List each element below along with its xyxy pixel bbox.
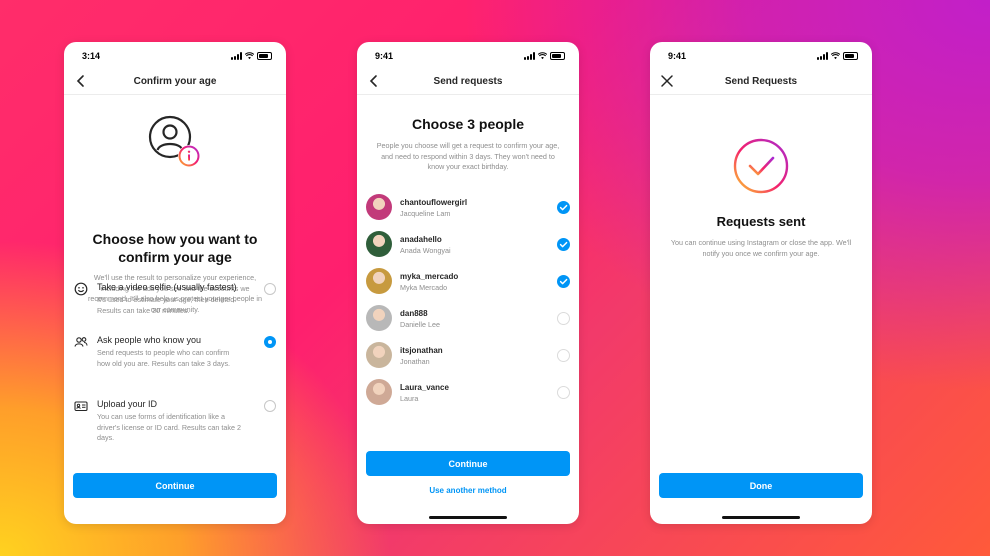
option-title: Take a video selfie (usually fastest) <box>97 282 237 292</box>
nav-title: Send Requests <box>724 76 798 87</box>
radio-ask-people[interactable] <box>264 336 276 348</box>
wifi-icon <box>245 52 254 60</box>
person-row[interactable]: anadahello Anada Wongyai <box>366 231 570 259</box>
person-row[interactable]: itsjonathan Jonathan <box>366 342 570 370</box>
avatar <box>366 342 392 368</box>
checked-circle-icon[interactable] <box>557 275 570 288</box>
person-fullname: Laura <box>400 394 419 403</box>
person-username: chantouflowergirl <box>400 198 468 207</box>
option-desc: Send requests to people who can confirm … <box>97 348 231 368</box>
person-username: anadahello <box>400 235 442 244</box>
checked-circle-icon[interactable] <box>557 238 570 251</box>
avatar <box>366 231 392 257</box>
avatar <box>366 194 392 220</box>
radio-upload-id[interactable] <box>264 400 276 412</box>
option-desc: You can use forms of identification like… <box>97 412 241 443</box>
face-icon <box>74 282 88 296</box>
option-desc: It's used to estimate your age, then del… <box>97 295 237 315</box>
done-button[interactable]: Done <box>659 473 863 498</box>
page-description: People you choose will get a request to … <box>376 141 560 171</box>
nav-bar: Send Requests <box>650 72 872 95</box>
status-bar: 9:41 <box>668 51 858 63</box>
option-title: Ask people who know you <box>97 335 202 345</box>
option-title: Upload your ID <box>97 399 158 409</box>
option-upload-id[interactable]: Upload your ID You can use forms of iden… <box>74 399 276 453</box>
phone-send-requests: 9:41 Send requests Choose 3 people Peopl… <box>357 42 579 524</box>
person-fullname: Jacqueline Lam <box>400 209 451 218</box>
wifi-icon <box>831 52 840 60</box>
battery-icon <box>257 52 272 60</box>
signal-icon <box>524 52 535 60</box>
continue-button[interactable]: Continue <box>73 473 277 498</box>
person-fullname: Anada Wongyai <box>400 246 451 255</box>
wifi-icon <box>538 52 547 60</box>
status-icons <box>817 52 858 60</box>
continue-button[interactable]: Continue <box>366 451 570 476</box>
page-heading: Requests sent <box>716 214 806 229</box>
page-heading: Choose 3 people <box>411 116 525 132</box>
battery-icon <box>550 52 565 60</box>
check-circle-icon <box>733 138 789 194</box>
nav-bar: Confirm your age <box>64 72 286 95</box>
unchecked-circle-icon[interactable] <box>557 312 570 325</box>
page-heading: Choose how you want to confirm your age <box>92 231 258 265</box>
use-another-method-link[interactable]: Use another method <box>357 486 579 495</box>
person-username: dan888 <box>400 309 428 318</box>
option-video-selfie[interactable]: Take a video selfie (usually fastest) It… <box>74 282 276 326</box>
person-fullname: Myka Mercado <box>400 283 448 292</box>
person-username: myka_mercado <box>400 272 459 281</box>
signal-icon <box>231 52 242 60</box>
page-description: You can continue using Instagram or clos… <box>670 238 852 258</box>
status-time: 3:14 <box>82 51 101 61</box>
id-card-icon <box>74 401 88 412</box>
option-ask-people[interactable]: Ask people who know you Send requests to… <box>74 335 276 379</box>
checked-circle-icon[interactable] <box>557 201 570 214</box>
nav-title: Confirm your age <box>133 76 217 87</box>
person-row[interactable]: dan888 Danielle Lee <box>366 305 570 333</box>
status-bar: 3:14 <box>82 51 272 63</box>
battery-icon <box>843 52 858 60</box>
home-indicator <box>722 516 800 519</box>
avatar <box>366 379 392 405</box>
people-icon <box>74 337 88 347</box>
phone-confirm-age: 3:14 Confirm your age Choose how you wan… <box>64 42 286 524</box>
home-indicator <box>429 516 507 519</box>
phone-requests-sent: 9:41 Send Requests Requests sent You can… <box>650 42 872 524</box>
person-username: itsjonathan <box>400 346 443 355</box>
nav-title: Send requests <box>433 76 503 87</box>
unchecked-circle-icon[interactable] <box>557 386 570 399</box>
person-username: Laura_vance <box>400 383 449 392</box>
status-icons <box>231 52 272 60</box>
person-fullname: Jonathan <box>400 357 430 366</box>
person-row[interactable]: myka_mercado Myka Mercado <box>366 268 570 296</box>
avatar <box>366 305 392 331</box>
radio-video-selfie[interactable] <box>264 283 276 295</box>
signal-icon <box>817 52 828 60</box>
person-fullname: Danielle Lee <box>400 320 440 329</box>
status-time: 9:41 <box>375 51 394 61</box>
unchecked-circle-icon[interactable] <box>557 349 570 362</box>
person-row[interactable]: Laura_vance Laura <box>366 379 570 407</box>
person-row[interactable]: chantouflowergirl Jacqueline Lam <box>366 194 570 222</box>
status-icons <box>524 52 565 60</box>
user-info-icon <box>148 115 200 167</box>
avatar <box>366 268 392 294</box>
nav-bar: Send requests <box>357 72 579 95</box>
status-bar: 9:41 <box>375 51 565 63</box>
status-time: 9:41 <box>668 51 687 61</box>
